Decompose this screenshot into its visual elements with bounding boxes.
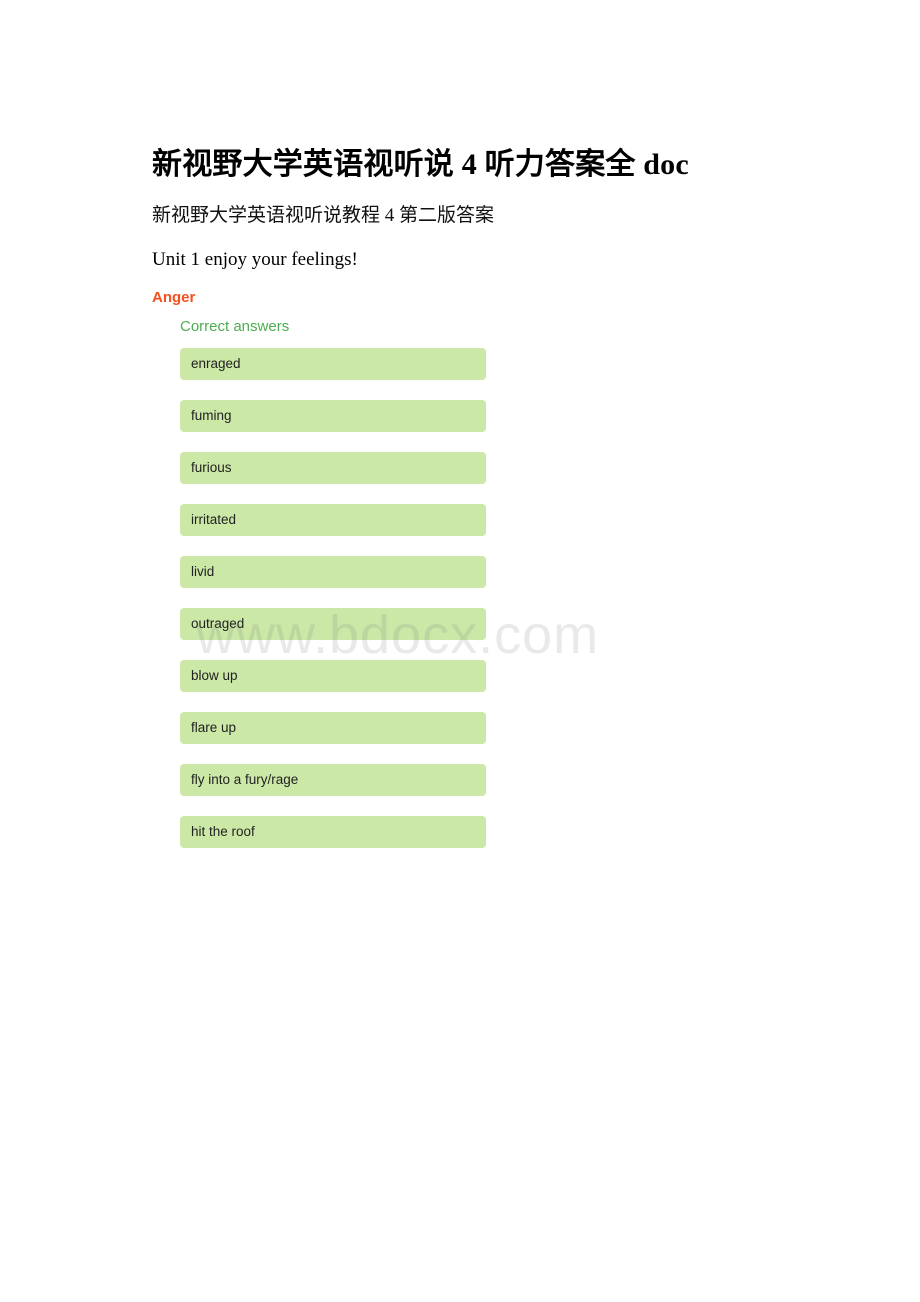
answer-item: enraged (180, 347, 486, 380)
document-page: 新视野大学英语视听说 4 听力答案全 doc 新视野大学英语视听说教程 4 第二… (0, 0, 920, 1302)
answer-item: furious (180, 451, 486, 484)
answer-item: fuming (180, 399, 486, 432)
answer-item: livid (180, 555, 486, 588)
correct-answers-label: Correct answers (180, 317, 290, 335)
answer-item: outraged (180, 607, 486, 640)
answer-item: fly into a fury/rage (180, 763, 486, 796)
answer-item: irritated (180, 503, 486, 536)
answer-text: irritated (191, 512, 237, 528)
answer-text: furious (191, 460, 232, 476)
answer-item: blow up (180, 659, 486, 692)
answer-text: flare up (191, 720, 237, 736)
answer-text: fuming (191, 408, 232, 424)
correct-answers-block: Correct answers enraged fuming furious irri… (180, 318, 792, 848)
answer-item: flare up (180, 711, 486, 744)
answer-text: enraged (191, 356, 241, 372)
answer-item: hit the roof (180, 815, 486, 848)
answer-text: livid (191, 564, 215, 580)
answer-text: hit the roof (191, 824, 255, 840)
document-subtitle: 新视野大学英语视听说教程 4 第二版答案 (152, 204, 495, 226)
answer-text: fly into a fury/rage (191, 772, 299, 788)
page-title: 新视野大学英语视听说 4 听力答案全 doc (152, 148, 689, 181)
section-title-anger: Anger (152, 288, 196, 306)
unit-heading: Unit 1 enjoy your feelings! (152, 249, 358, 271)
document-content: 新视野大学英语视听说 4 听力答案全 doc 新视野大学英语视听说教程 4 第二… (152, 146, 792, 868)
answer-text: blow up (191, 668, 238, 684)
answer-list: enraged fuming furious irritated livid outrag… (180, 347, 792, 848)
answer-text: outraged (191, 616, 245, 632)
